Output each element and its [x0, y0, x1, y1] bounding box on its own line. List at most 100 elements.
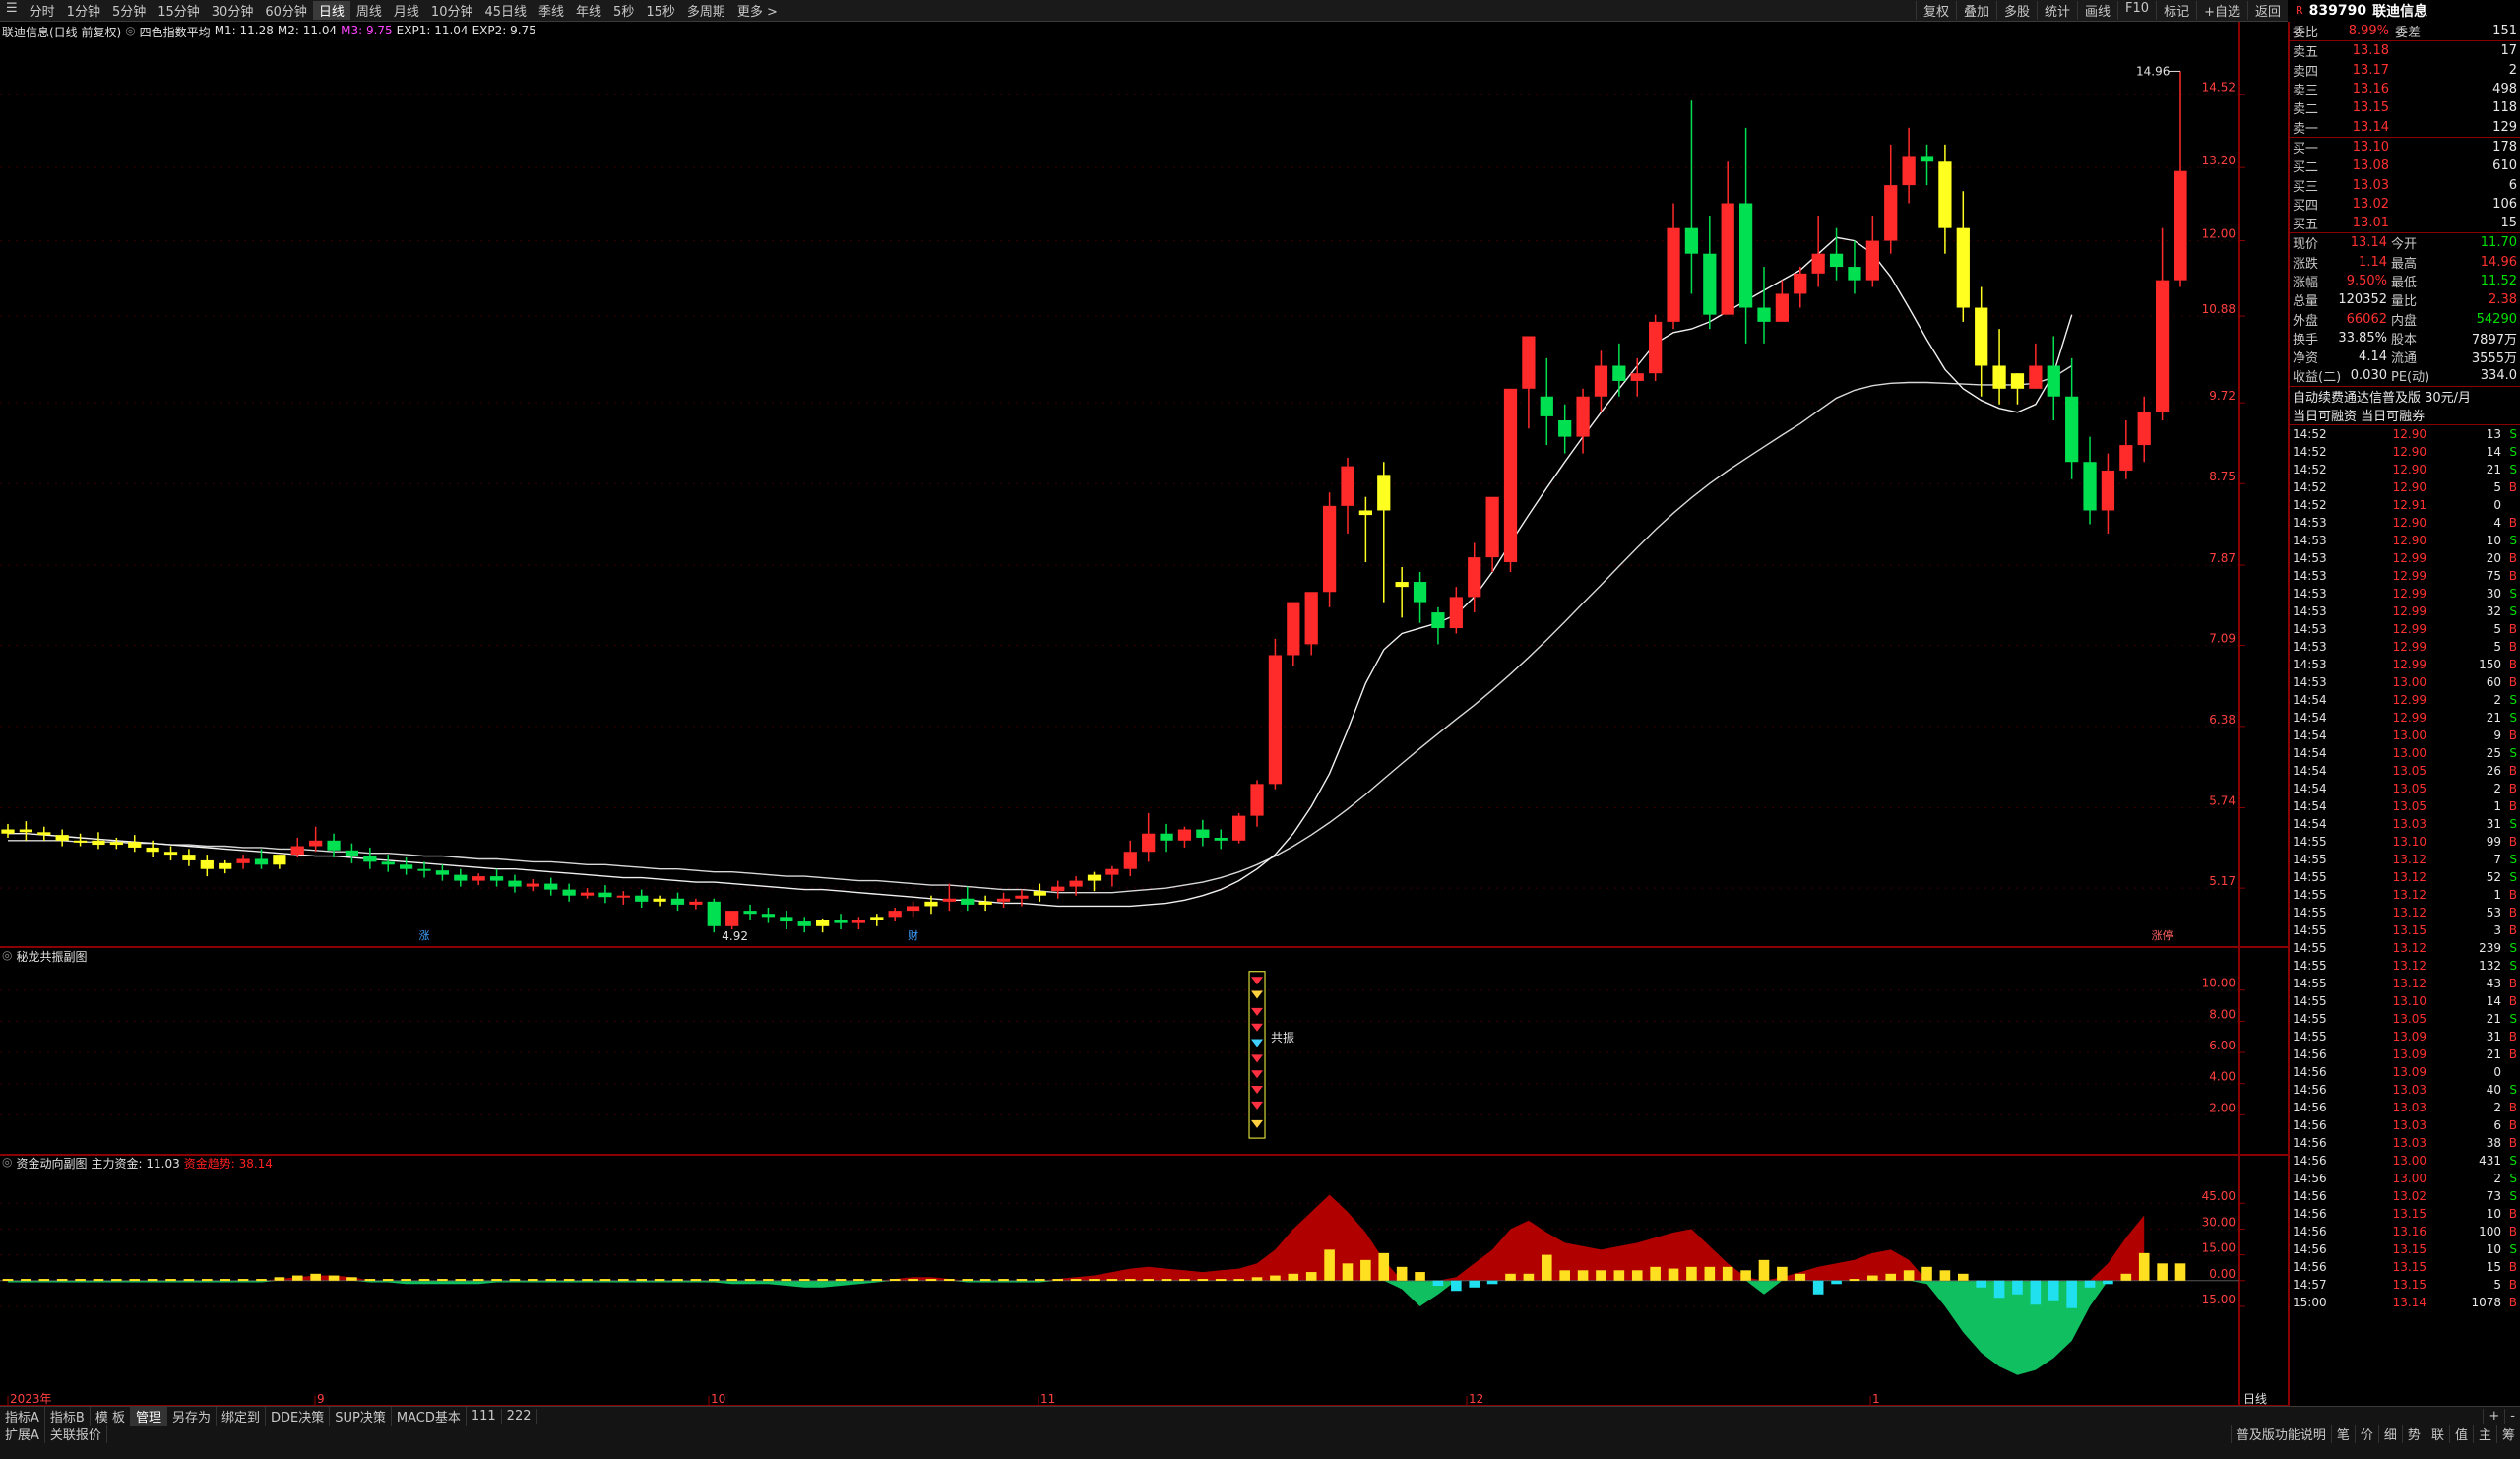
- fund-bar[interactable]: [2030, 1280, 2042, 1305]
- sub2-legend-title[interactable]: 资金动向副图: [16, 1155, 87, 1172]
- candle-body[interactable]: [309, 840, 323, 847]
- fund-bar[interactable]: [1740, 1270, 1751, 1281]
- fund-bar[interactable]: [1505, 1273, 1516, 1281]
- fund-bar[interactable]: [798, 1279, 810, 1282]
- fund-bar[interactable]: [237, 1279, 249, 1282]
- candle-body[interactable]: [435, 870, 450, 875]
- fund-bar[interactable]: [1812, 1280, 1824, 1295]
- tab-period[interactable]: 更多 >: [731, 1, 784, 20]
- fund-bar[interactable]: [202, 1279, 213, 1282]
- fund-bar[interactable]: [1885, 1273, 1897, 1281]
- fund-bar[interactable]: [1270, 1275, 1281, 1281]
- candle-body[interactable]: [1377, 475, 1391, 511]
- fund-bar[interactable]: [382, 1279, 394, 1282]
- tab-period[interactable]: 1分钟: [61, 1, 106, 20]
- ask-row[interactable]: 卖三 13.16 498: [2290, 80, 2520, 98]
- tick-list[interactable]: 14:52 12.90 13 S 14:52 12.90 14 S 14:52 12.90 21 S 1…: [2290, 425, 2520, 1311]
- tab-period[interactable]: 15秒: [640, 1, 681, 20]
- fund-bar[interactable]: [763, 1279, 774, 1282]
- candle-body[interactable]: [109, 842, 123, 846]
- main-legend-indicator[interactable]: 四色指数平均: [140, 24, 211, 40]
- fund-bar[interactable]: [418, 1279, 430, 1282]
- candle-body[interactable]: [1105, 868, 1119, 875]
- view-tab[interactable]: 主: [2472, 1424, 2496, 1443]
- candle-body[interactable]: [1865, 240, 1879, 281]
- candle-body[interactable]: [1123, 852, 1137, 869]
- candle-body[interactable]: [1449, 597, 1463, 629]
- tab-period[interactable]: 周线: [350, 1, 388, 20]
- tab-period[interactable]: 年线: [570, 1, 607, 20]
- fund-bar[interactable]: [1631, 1270, 1643, 1281]
- fund-bar[interactable]: [1305, 1272, 1317, 1281]
- candle-body[interactable]: [1232, 815, 1246, 841]
- fund-bar[interactable]: [1777, 1266, 1788, 1281]
- candle-body[interactable]: [236, 858, 250, 863]
- candle-body[interactable]: [2137, 412, 2151, 446]
- fund-bar[interactable]: [2120, 1273, 2132, 1281]
- candle-body[interactable]: [381, 861, 395, 865]
- tool-button[interactable]: 复权: [1915, 1, 1956, 20]
- candle-body[interactable]: [146, 847, 159, 853]
- tab-period[interactable]: 30分钟: [206, 1, 260, 20]
- indicator-tab[interactable]: 管理: [130, 1406, 167, 1426]
- candle-body[interactable]: [2029, 365, 2043, 389]
- tool-button[interactable]: 多股: [1995, 1, 2037, 20]
- candle-body[interactable]: [1667, 227, 1680, 322]
- fund-bar[interactable]: [1922, 1266, 1932, 1281]
- candle-body[interactable]: [906, 906, 920, 912]
- fund-bar[interactable]: [1360, 1259, 1371, 1281]
- candle-body[interactable]: [1775, 293, 1790, 322]
- fund-bar[interactable]: [1161, 1279, 1172, 1282]
- candle-body[interactable]: [1250, 784, 1264, 816]
- candle-body[interactable]: [363, 856, 377, 862]
- view-tab[interactable]: 势: [2401, 1424, 2426, 1443]
- fund-bar[interactable]: [726, 1279, 737, 1282]
- candle-body[interactable]: [1794, 273, 1807, 294]
- candle-body[interactable]: [1160, 833, 1173, 841]
- fund-bar[interactable]: [509, 1279, 521, 1282]
- view-tab[interactable]: 价: [2354, 1424, 2378, 1443]
- candle-body[interactable]: [1196, 829, 1210, 838]
- candle-body[interactable]: [1558, 420, 1572, 437]
- fund-bar[interactable]: [1758, 1259, 1770, 1281]
- fund-bar[interactable]: [1993, 1280, 2005, 1299]
- view-tab[interactable]: 联: [2425, 1424, 2449, 1443]
- candle-body[interactable]: [1431, 612, 1445, 629]
- indicator-tab[interactable]: MACD基本: [392, 1406, 467, 1426]
- signal-gem-icon[interactable]: [1251, 990, 1264, 999]
- fund-bar[interactable]: [147, 1279, 158, 1282]
- candle-body[interactable]: [327, 840, 341, 851]
- candle-body[interactable]: [1920, 156, 1934, 162]
- candle-body[interactable]: [2174, 170, 2187, 281]
- tool-button[interactable]: F10: [2117, 1, 2156, 20]
- candle-body[interactable]: [55, 835, 69, 841]
- fund-bar[interactable]: [1035, 1279, 1045, 1282]
- fund-bar[interactable]: [528, 1279, 538, 1282]
- fund-bar[interactable]: [1415, 1272, 1425, 1281]
- fund-bar[interactable]: [1577, 1270, 1589, 1281]
- candle-body[interactable]: [707, 901, 721, 926]
- fund-bar[interactable]: [925, 1279, 937, 1282]
- fund-bar[interactable]: [944, 1279, 955, 1282]
- fund-bar[interactable]: [455, 1279, 467, 1282]
- fund-bar[interactable]: [690, 1279, 702, 1282]
- candle-body[interactable]: [851, 920, 866, 923]
- fund-bar[interactable]: [93, 1279, 104, 1282]
- zoom-button[interactable]: -: [2504, 1408, 2520, 1424]
- candle-body[interactable]: [200, 859, 214, 869]
- fund-bar[interactable]: [1197, 1279, 1209, 1282]
- candle-body[interactable]: [1848, 267, 1861, 281]
- fund-bar[interactable]: [1903, 1270, 1915, 1281]
- candle-body[interactable]: [978, 901, 992, 905]
- sub1-legend-title[interactable]: 秘龙共振副图: [16, 948, 87, 965]
- candle-body[interactable]: [254, 858, 269, 865]
- signal-gem-icon[interactable]: [1251, 1101, 1264, 1110]
- tab-period[interactable]: 季线: [533, 1, 570, 20]
- fund-bar[interactable]: [1704, 1266, 1716, 1281]
- candle-body[interactable]: [562, 889, 576, 896]
- fund-bar[interactable]: [618, 1279, 629, 1282]
- tab-period[interactable]: 分时: [24, 1, 61, 20]
- tab-period[interactable]: 多周期: [681, 1, 731, 20]
- candle-body[interactable]: [834, 920, 848, 923]
- indicator-tab[interactable]: DDE决策: [266, 1406, 331, 1426]
